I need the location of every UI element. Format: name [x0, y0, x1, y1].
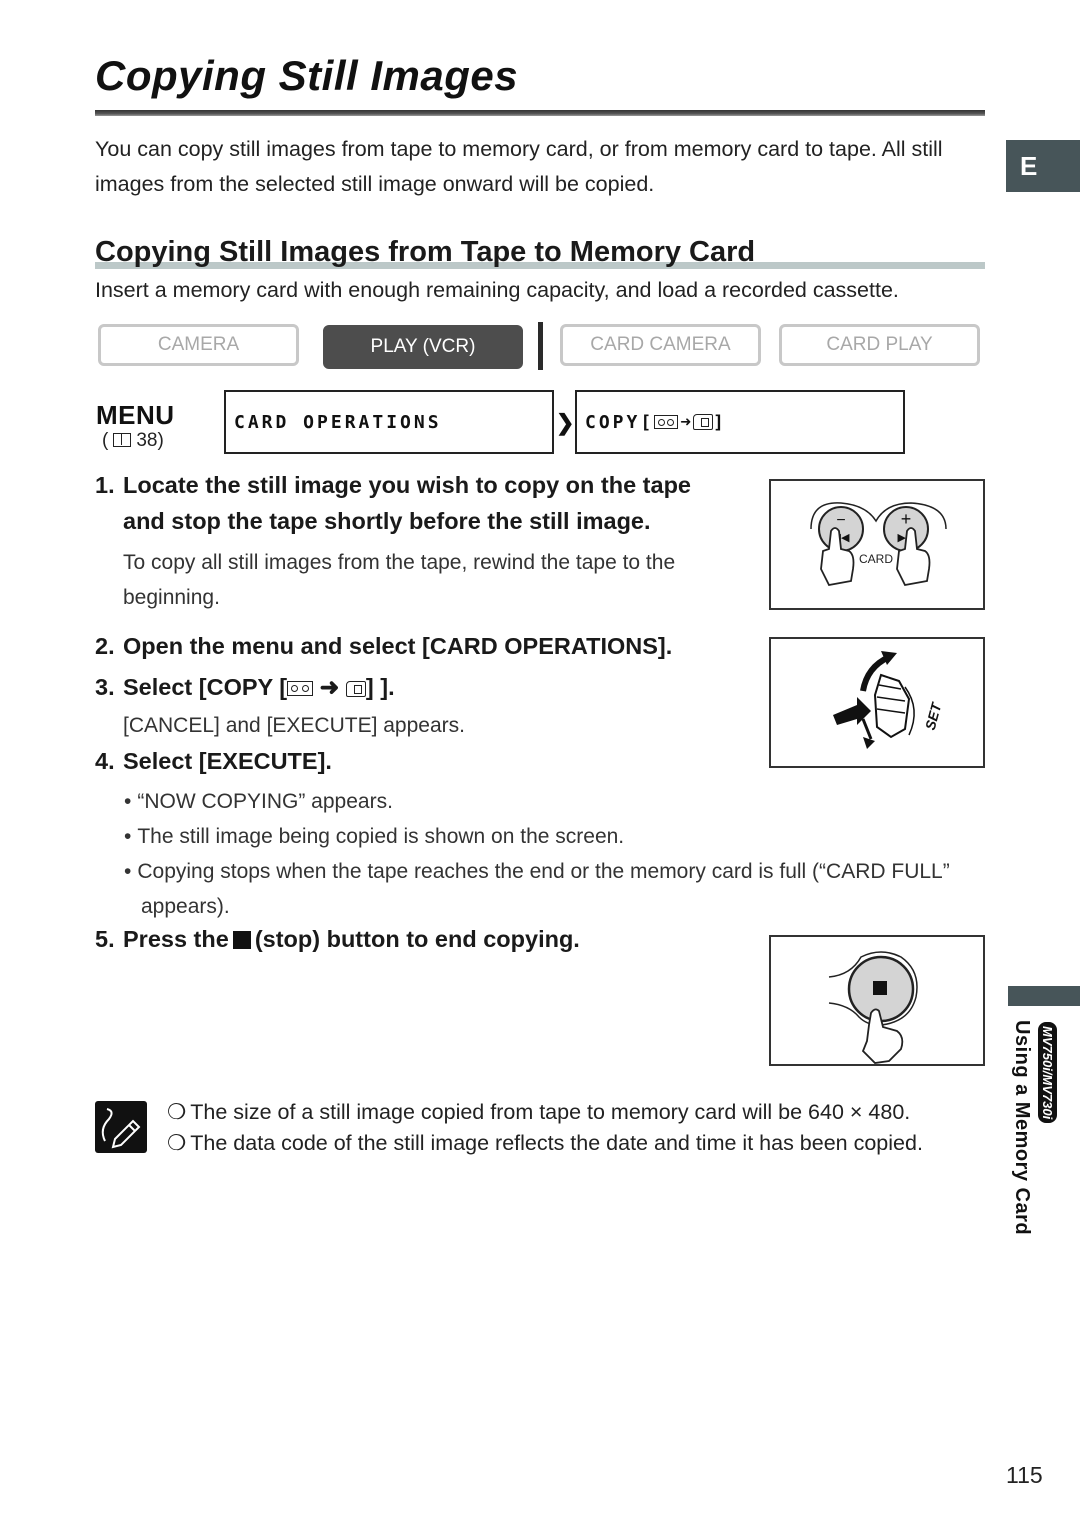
step-text: Press the: [123, 926, 229, 952]
language-tab[interactable]: E: [1006, 140, 1080, 192]
step-1-note: To copy all still images from the tape, …: [123, 551, 676, 609]
page-number: 115: [1006, 1462, 1043, 1488]
menu-item-card-operations[interactable]: CARD OPERATIONS: [224, 390, 554, 454]
cassette-icon: [654, 415, 679, 429]
step-3: 3. Select [COPY [ ➜ ] ].: [95, 673, 395, 701]
set-dial-figure: SET: [769, 637, 985, 768]
bullet-text: “NOW COPYING” appears.: [137, 790, 393, 813]
arrow-right-icon: ➜: [680, 411, 692, 433]
step-text-suffix: (stop) button to end copying.: [254, 926, 580, 952]
ref-page-number: 38): [136, 430, 164, 451]
step-text: Select [EXECUTE].: [123, 748, 332, 774]
copy-label: COPY[: [585, 411, 655, 433]
title-rule: [95, 110, 985, 116]
arrow-right-icon: ➜: [319, 674, 340, 700]
memo-text: The size of a still image copied from ta…: [190, 1100, 911, 1124]
step-number: 5.: [95, 926, 115, 952]
search-buttons-figure: − + ◀◀ ▶▶ CARD: [769, 479, 985, 610]
step-4-bullets: • “NOW COPYING” appears. • The still image…: [124, 784, 954, 924]
bullet-text: The still image being copied is shown on…: [137, 825, 625, 848]
set-dial-illustration: SET: [833, 651, 945, 749]
bullet-dot: •: [124, 790, 132, 813]
step-4: 4. Select [EXECUTE].: [95, 748, 332, 775]
bullet-text: Copying stops when the tape reaches the …: [137, 860, 950, 918]
step-3-note: [CANCEL] and [EXECUTE] appears.: [123, 714, 465, 737]
memo-pencil-icon: [95, 1101, 147, 1153]
copy-suffix: ]: [713, 411, 727, 433]
step-5: 5. Press the (stop) button to end copying.: [95, 926, 580, 953]
stop-icon: [232, 931, 251, 949]
menu-label: MENU: [96, 400, 175, 430]
chapter-title: Using a Memory Card: [1011, 1020, 1033, 1236]
menu-arrow-icon: ❯: [556, 410, 575, 435]
mode-play-vcr[interactable]: PLAY (VCR): [323, 325, 523, 369]
step-number: 2.: [95, 633, 115, 659]
section-title: Copying Still Images from Tape to Memory…: [95, 236, 756, 268]
bullet-item: • Copying stops when the tape reaches the…: [124, 854, 954, 924]
stop-button-figure: [769, 935, 985, 1066]
memo-item: ❍ The size of a still image copied from t…: [167, 1100, 910, 1125]
bullet-dot: •: [124, 825, 132, 848]
memory-card-icon: [693, 414, 714, 430]
mode-camera[interactable]: CAMERA: [98, 324, 299, 366]
pencil-glyph: [101, 1108, 141, 1149]
chapter-tab-bar: [1008, 986, 1080, 1006]
prerequisite-text: Insert a memory card with enough remaini…: [95, 278, 899, 302]
mode-separator: [538, 322, 543, 370]
step-text: Select [COPY [: [123, 674, 288, 700]
step-text-cont: and stop the tape shortly before the sti…: [123, 508, 651, 534]
step-text: Locate the still image you wish to copy …: [123, 472, 692, 498]
memo-item: ❍ The data code of the still image reflec…: [167, 1131, 923, 1156]
mode-card-camera[interactable]: CARD CAMERA: [560, 324, 761, 366]
cassette-icon: [287, 681, 314, 697]
step-text-suffix: ] ].: [365, 674, 395, 700]
svg-text:+: +: [901, 509, 912, 529]
model-badge: MV750i/MV730i: [1038, 1022, 1057, 1124]
ref-paren: (: [102, 430, 109, 451]
step-number: 4.: [95, 748, 115, 774]
bullet-item: • The still image being copied is shown o…: [124, 819, 954, 854]
page-title: Copying Still Images: [95, 52, 519, 99]
memo-text: The data code of the still image reflect…: [190, 1131, 923, 1155]
step-number: 3.: [95, 674, 115, 700]
menu-item-copy[interactable]: COPY[ ➜]: [575, 390, 905, 454]
intro-text: You can copy still images from tape to m…: [95, 137, 943, 196]
memory-card-icon: [345, 680, 366, 697]
step-2: 2. Open the menu and select [CARD OPERATI…: [95, 633, 672, 660]
step-number: 1.: [95, 472, 115, 498]
svg-text:CARD: CARD: [859, 552, 893, 566]
search-buttons-illustration: − + ◀◀ ▶▶ CARD: [810, 502, 947, 587]
svg-text:−: −: [836, 512, 845, 529]
svg-text:SET: SET: [922, 700, 945, 732]
circle-bullet-icon: ❍: [167, 1131, 187, 1155]
step-1: 1. Locate the still image you wish to cop…: [95, 472, 691, 543]
bullet-dot: •: [124, 860, 132, 883]
book-icon: [113, 433, 132, 447]
circle-bullet-icon: ❍: [167, 1100, 187, 1124]
mode-card-play[interactable]: CARD PLAY: [779, 324, 980, 366]
stop-button-illustration: [828, 951, 918, 1064]
menu-page-ref: (38): [102, 430, 164, 452]
bullet-item: • “NOW COPYING” appears.: [124, 784, 954, 819]
step-text: Open the menu and select [CARD OPERATION…: [123, 633, 673, 659]
